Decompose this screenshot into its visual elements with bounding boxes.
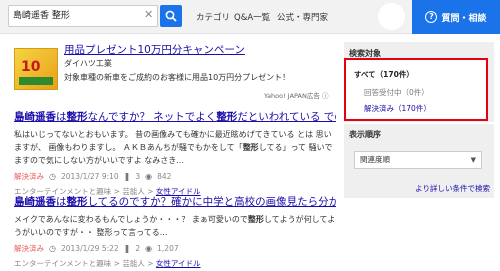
result-meta: 解決済み ◷ 2013/1/27 9:10 ❚ 3 ◉ 842 (14, 171, 336, 182)
clock-icon: ◷ (49, 244, 56, 253)
filter-options: すべて（170件） 回答受付中（0件） 解決済み（170件） (344, 58, 488, 121)
chevron-down-icon: ▼ (470, 156, 476, 164)
status-badge: 解決済み (14, 172, 44, 181)
status-badge: 解決済み (14, 244, 44, 253)
view-count-icon: ◉ (145, 172, 153, 181)
result-date: 2013/1/29 5:22 (60, 244, 119, 253)
result-snippet: 私はいじってないとおもいます。 昔の画像みても確かに最近眩めげてきている とは … (14, 130, 333, 165)
result-category-path: エンターテインメントと趣味 > 芸能人 > 女性アイドル (14, 259, 201, 268)
question-icon: ? (425, 11, 438, 23)
category-link[interactable]: エンターテインメントと趣味 (14, 259, 111, 268)
result-title[interactable]: 島崎遥香は整形なんですか？ ネットでよく整形だといわれている での 気になる (14, 109, 336, 124)
result-snippet: メイクであんなに変わるもんでしょうか・・・？ まぁ可愛いので整形してようが何して… (14, 215, 336, 237)
ad-thumbnail[interactable]: 10 (14, 48, 58, 90)
ask-question-label: 質問・相談 (441, 13, 487, 24)
top-bar: 島崎遥香 整形 ✕ カテゴリ Q&A一覧 公式・専門家 ? 質問・相談 (0, 0, 500, 34)
ad-sponsor: ダイハツ工業 (64, 59, 112, 68)
view-count: 842 (157, 172, 172, 181)
ask-question-button[interactable]: ? 質問・相談 (412, 0, 500, 34)
clear-icon[interactable]: ✕ (144, 8, 153, 22)
filter-all[interactable]: すべて（170件） (354, 69, 414, 80)
ad-title[interactable]: 用品プレゼント10万円分キャンペーン (64, 42, 245, 57)
search-input[interactable]: 島崎遥香 整形 (8, 5, 158, 27)
order-heading: 表示順序 (349, 130, 381, 139)
filter-solved[interactable]: 解決済み（170件） (364, 103, 431, 114)
ad-block: 10 用品プレゼント10万円分キャンペーン ダイハツ工業 対象車種の新車をご成約… (14, 42, 334, 100)
category-link[interactable]: 芸能人 (122, 259, 145, 268)
nav-qa-list[interactable]: Q&A一覧 (234, 11, 270, 23)
answer-count-icon: ❚ (123, 244, 131, 253)
result-meta: 解決済み ◷ 2013/1/29 5:22 ❚ 2 ◉ 1,207 (14, 243, 336, 254)
advanced-search-link[interactable]: より詳しい条件で検索 (415, 183, 490, 194)
order-select-value: 関連度順 (360, 155, 390, 164)
ad-label-text: Yahoo! JAPAN広告 (264, 92, 320, 100)
ad-label[interactable]: Yahoo! JAPAN広告 ⓘ (264, 90, 328, 100)
ad-thumbnail-text: 10 (21, 59, 41, 75)
search-icon (165, 10, 177, 22)
clock-icon: ◷ (49, 172, 56, 181)
answer-count-icon: ❚ (123, 172, 131, 181)
answer-count: 3 (135, 172, 141, 181)
order-select[interactable]: 関連度順 ▼ (354, 151, 482, 169)
result-item: 島崎遥香は整形なんですか？ ネットでよく整形だといわれている での 気になる 私… (14, 109, 336, 197)
info-icon[interactable]: ⓘ (322, 92, 329, 100)
result-title[interactable]: 島崎遥香は整形してるのですか？確かに中学と高校の画像見たら分かり違い... (14, 194, 336, 209)
avatar[interactable] (378, 3, 405, 30)
filter-open: 回答受付中（0件） (364, 88, 429, 97)
search-button[interactable] (160, 5, 182, 27)
order-panel: 表示順序 関連度順 ▼ より詳しい条件で検索 (344, 124, 494, 198)
view-count-icon: ◉ (145, 244, 153, 253)
result-item: 島崎遥香は整形してるのですか？確かに中学と高校の画像見たら分かり違い... メイ… (14, 194, 336, 269)
answer-count: 2 (135, 244, 141, 253)
nav-category[interactable]: カテゴリ (196, 11, 230, 23)
view-count: 1,207 (157, 244, 179, 253)
nav-official-experts[interactable]: 公式・専門家 (277, 11, 328, 23)
category-link[interactable]: 女性アイドル (156, 259, 201, 268)
result-date: 2013/1/27 9:10 (60, 172, 119, 181)
ad-description: 対象車種の新車をご成約のお客様に用品10万円分プレゼント！ (64, 73, 291, 82)
